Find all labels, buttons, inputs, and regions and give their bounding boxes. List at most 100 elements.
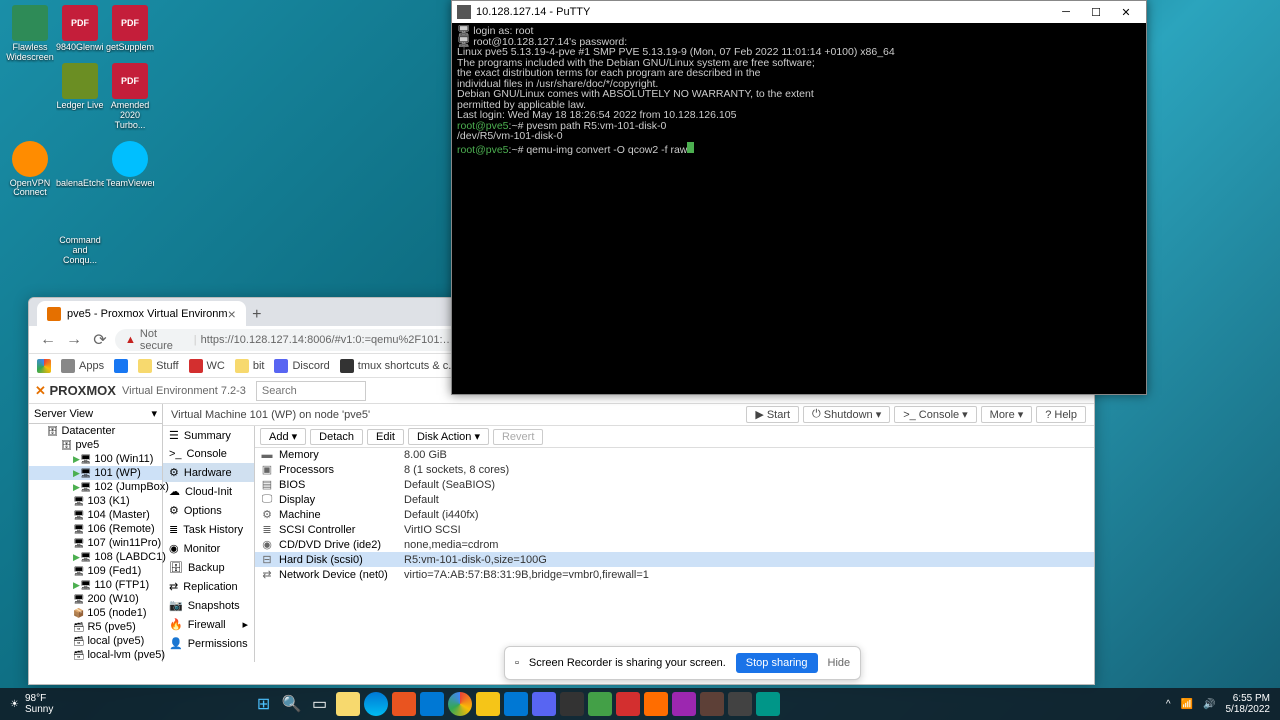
desktop-icon[interactable]: Ledger Live [56, 63, 104, 111]
edit-button[interactable]: Edit [367, 429, 404, 445]
tree-node[interactable]: 🗃R5 (pve5) [29, 620, 162, 634]
disk-action-button[interactable]: Disk Action ▾ [408, 428, 489, 445]
app-icon-3[interactable] [476, 692, 500, 716]
tree-node[interactable]: ▶🖥101 (WP) [29, 466, 162, 480]
sidebar-item-cloud-init[interactable]: ☁Cloud-Init [163, 482, 254, 501]
sidebar-item-task-history[interactable]: ≣Task History [163, 520, 254, 539]
server-view-selector[interactable]: Server View▾ [29, 404, 162, 424]
desktop-icon[interactable]: balenaEtcher [56, 141, 104, 189]
hardware-row[interactable]: ▤BIOSDefault (SeaBIOS) [255, 477, 1094, 492]
apps-button[interactable] [37, 359, 51, 373]
back-button[interactable]: ← [37, 329, 59, 351]
maximize-button[interactable]: ☐ [1081, 1, 1111, 23]
app-icon-10[interactable] [700, 692, 724, 716]
sidebar-item-monitor[interactable]: ◉Monitor [163, 539, 254, 558]
sidebar-item-summary[interactable]: ☰Summary [163, 426, 254, 445]
putty-titlebar[interactable]: 10.128.127.14 - PuTTY ─ ☐ ✕ [452, 1, 1146, 23]
desktop-icon[interactable]: PDF9840Glenwi... [56, 5, 104, 53]
app-icon-5[interactable] [560, 692, 584, 716]
tree-node[interactable]: 🖥109 (Fed1) [29, 564, 162, 578]
outlook-icon[interactable] [504, 692, 528, 716]
sidebar-item-hardware[interactable]: ⚙Hardware [163, 463, 254, 482]
app-icon-11[interactable] [728, 692, 752, 716]
weather-widget[interactable]: ☀ 98°F Sunny [0, 693, 63, 715]
edge-icon[interactable] [364, 692, 388, 716]
console-button[interactable]: >_ Console ▾ [894, 406, 976, 423]
wifi-icon[interactable]: 📶 [1181, 699, 1193, 710]
hardware-row[interactable]: ⇄Network Device (net0)virtio=7A:AB:57:B8… [255, 567, 1094, 582]
app-icon-12[interactable] [756, 692, 780, 716]
app-icon-8[interactable] [644, 692, 668, 716]
app-icon-4[interactable] [532, 692, 556, 716]
stop-sharing-button[interactable]: Stop sharing [736, 653, 818, 673]
system-tray[interactable]: ^ 📶 🔊 6:55 PM 5/18/2022 [1156, 693, 1280, 715]
desktop-icon[interactable]: Flawless Widescreen [6, 5, 54, 63]
tree-node[interactable]: ▶🖥102 (JumpBox) [29, 480, 162, 494]
hide-button[interactable]: Hide [828, 657, 851, 669]
app-icon-9[interactable] [672, 692, 696, 716]
tray-chevron-icon[interactable]: ^ [1166, 699, 1171, 710]
add-button[interactable]: Add ▾ [260, 428, 306, 445]
forward-button[interactable]: → [63, 329, 85, 351]
app-icon-7[interactable] [616, 692, 640, 716]
address-bar[interactable]: ▲ Not secure | https://10.128.127.14:800… [115, 329, 466, 351]
tab-proxmox[interactable]: pve5 - Proxmox Virtual Environm × [37, 301, 246, 326]
app-icon-1[interactable] [392, 692, 416, 716]
hardware-row[interactable]: ⊟Hard Disk (scsi0)R5:vm-101-disk-0,size=… [255, 552, 1094, 567]
desktop-icon[interactable]: PDFAmended 2020 Turbo... [106, 63, 154, 131]
tree-node[interactable]: 🖥103 (K1) [29, 494, 162, 508]
bookmark-item[interactable]: bit [235, 359, 265, 373]
tree-node[interactable]: 🗄pve5 [29, 438, 162, 452]
hardware-row[interactable]: ≣SCSI ControllerVirtIO SCSI [255, 522, 1094, 537]
revert-button[interactable]: Revert [493, 429, 543, 445]
terminal-output[interactable]: 🖥 login as: root🖥 root@10.128.127.14's p… [452, 23, 1146, 158]
sidebar-item-backup[interactable]: 🗄Backup [163, 558, 254, 577]
sidebar-item-options[interactable]: ⚙Options [163, 501, 254, 520]
start-button[interactable]: ▶ Start [746, 406, 799, 423]
tree-node[interactable]: 🗃local-lvm (pve5) [29, 648, 162, 662]
detach-button[interactable]: Detach [310, 429, 363, 445]
minimize-button[interactable]: ─ [1051, 1, 1081, 23]
bookmark-item[interactable]: Apps [61, 359, 104, 373]
tree-node[interactable]: 🖥104 (Master) [29, 508, 162, 522]
tree-node[interactable]: ▶🖥108 (LABDC1) [29, 550, 162, 564]
sidebar-item-replication[interactable]: ⇄Replication [163, 577, 254, 596]
desktop-icon[interactable]: TeamViewer [106, 141, 154, 189]
reload-button[interactable]: ⟳ [89, 329, 111, 351]
sidebar-item-snapshots[interactable]: 📷Snapshots [163, 596, 254, 615]
desktop-icon[interactable]: PDFgetSupplem... [106, 5, 154, 53]
tree-node[interactable]: 🖥106 (Remote) [29, 522, 162, 536]
app-icon-6[interactable] [588, 692, 612, 716]
search-input[interactable] [256, 381, 366, 401]
explorer-icon[interactable] [336, 692, 360, 716]
tree-node[interactable]: 📦105 (node1) [29, 606, 162, 620]
bookmark-item[interactable]: WC [189, 359, 225, 373]
desktop-icon[interactable]: Command and Conqu... [56, 198, 104, 266]
sidebar-item-permissions[interactable]: 👤Permissions [163, 634, 254, 653]
close-button[interactable]: ✕ [1111, 1, 1141, 23]
bookmark-item[interactable]: Stuff [138, 359, 178, 373]
sidebar-item-firewall[interactable]: 🔥Firewall▸ [163, 615, 254, 634]
hardware-row[interactable]: ⚙MachineDefault (i440fx) [255, 507, 1094, 522]
desktop-icon[interactable]: OpenVPN Connect [6, 141, 54, 199]
more-button[interactable]: More ▾ [981, 406, 1033, 423]
tree-node[interactable]: ▶🖥100 (Win11) [29, 452, 162, 466]
tab-close-icon[interactable]: × [228, 306, 236, 322]
tree-node[interactable]: 🗃local (pve5) [29, 634, 162, 648]
bookmark-item[interactable]: Discord [274, 359, 329, 373]
tree-node[interactable]: 🗄Datacenter [29, 424, 162, 438]
bookmark-item[interactable] [114, 359, 128, 373]
volume-icon[interactable]: 🔊 [1203, 699, 1215, 710]
new-tab-button[interactable]: + [246, 304, 268, 326]
help-button[interactable]: ? Help [1036, 406, 1086, 423]
bookmark-item[interactable]: tmux shortcuts & c... [340, 359, 458, 373]
hardware-row[interactable]: 🖵DisplayDefault [255, 492, 1094, 507]
hardware-row[interactable]: ◉CD/DVD Drive (ide2)none,media=cdrom [255, 537, 1094, 552]
tree-node[interactable]: 🖥200 (W10) [29, 592, 162, 606]
app-icon-2[interactable] [420, 692, 444, 716]
chrome-icon[interactable] [448, 692, 472, 716]
search-button[interactable]: 🔍 [280, 692, 304, 716]
sidebar-item-console[interactable]: >_Console [163, 445, 254, 463]
tree-node[interactable]: 🖥107 (win11Pro) [29, 536, 162, 550]
shutdown-button[interactable]: ⏻ Shutdown ▾ [803, 406, 890, 423]
